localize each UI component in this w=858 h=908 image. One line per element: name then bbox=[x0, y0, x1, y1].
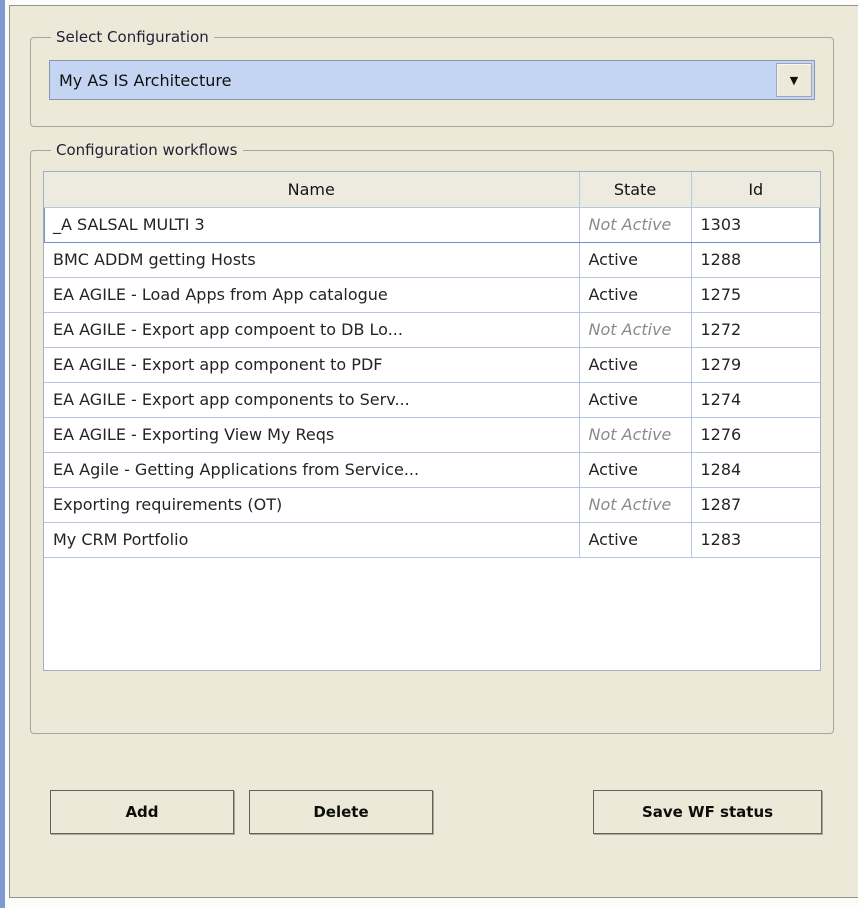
column-header-state[interactable]: State bbox=[579, 172, 691, 207]
table-row[interactable]: EA AGILE - Export app components to Serv… bbox=[44, 382, 820, 417]
main-panel: Select Configuration My AS IS Architectu… bbox=[9, 5, 858, 898]
cell-name[interactable]: EA AGILE - Exporting View My Reqs bbox=[44, 417, 579, 452]
cell-state[interactable]: Active bbox=[579, 347, 691, 382]
save-wf-status-button[interactable]: Save WF status bbox=[593, 790, 822, 834]
select-configuration-group: Select Configuration My AS IS Architectu… bbox=[30, 28, 834, 127]
chevron-down-icon: ▼ bbox=[790, 75, 798, 86]
cell-name[interactable]: EA AGILE - Export app components to Serv… bbox=[44, 382, 579, 417]
table-row[interactable]: _A SALSAL MULTI 3Not Active1303 bbox=[44, 207, 820, 242]
combobox-dropdown-button[interactable]: ▼ bbox=[776, 63, 812, 97]
table-row[interactable]: EA AGILE - Load Apps from App catalogueA… bbox=[44, 277, 820, 312]
cell-id[interactable]: 1274 bbox=[691, 382, 820, 417]
cell-id[interactable]: 1284 bbox=[691, 452, 820, 487]
select-configuration-group-title: Select Configuration bbox=[51, 28, 214, 46]
cell-name[interactable]: Exporting requirements (OT) bbox=[44, 487, 579, 522]
cell-state[interactable]: Active bbox=[579, 242, 691, 277]
delete-button[interactable]: Delete bbox=[249, 790, 433, 834]
cell-name[interactable]: My CRM Portfolio bbox=[44, 522, 579, 557]
table-row[interactable]: Exporting requirements (OT)Not Active128… bbox=[44, 487, 820, 522]
table-row[interactable]: EA AGILE - Exporting View My ReqsNot Act… bbox=[44, 417, 820, 452]
cell-name[interactable]: BMC ADDM getting Hosts bbox=[44, 242, 579, 277]
cell-id[interactable]: 1279 bbox=[691, 347, 820, 382]
workflow-table: Name State Id _A SALSAL MULTI 3Not Activ… bbox=[44, 172, 820, 558]
cell-state[interactable]: Not Active bbox=[579, 487, 691, 522]
cell-name[interactable]: EA AGILE - Export app component to PDF bbox=[44, 347, 579, 382]
application-window: Select Configuration My AS IS Architectu… bbox=[0, 0, 858, 908]
cell-name[interactable]: EA Agile - Getting Applications from Ser… bbox=[44, 452, 579, 487]
cell-name[interactable]: EA AGILE - Load Apps from App catalogue bbox=[44, 277, 579, 312]
cell-state[interactable]: Active bbox=[579, 382, 691, 417]
table-row[interactable]: EA AGILE - Export app component to PDFAc… bbox=[44, 347, 820, 382]
cell-state[interactable]: Not Active bbox=[579, 207, 691, 242]
column-header-name[interactable]: Name bbox=[44, 172, 579, 207]
cell-id[interactable]: 1275 bbox=[691, 277, 820, 312]
table-header-row: Name State Id bbox=[44, 172, 820, 207]
cell-id[interactable]: 1276 bbox=[691, 417, 820, 452]
workflow-table-body: _A SALSAL MULTI 3Not Active1303BMC ADDM … bbox=[44, 207, 820, 557]
table-row[interactable]: My CRM PortfolioActive1283 bbox=[44, 522, 820, 557]
configuration-combobox-value[interactable]: My AS IS Architecture bbox=[50, 61, 774, 99]
add-button[interactable]: Add bbox=[50, 790, 234, 834]
cell-state[interactable]: Active bbox=[579, 522, 691, 557]
table-row[interactable]: EA Agile - Getting Applications from Ser… bbox=[44, 452, 820, 487]
cell-state[interactable]: Not Active bbox=[579, 312, 691, 347]
cell-id[interactable]: 1303 bbox=[691, 207, 820, 242]
button-row: Add Delete Save WF status bbox=[50, 790, 822, 834]
configuration-combobox[interactable]: My AS IS Architecture ▼ bbox=[49, 60, 815, 100]
cell-id[interactable]: 1287 bbox=[691, 487, 820, 522]
cell-state[interactable]: Not Active bbox=[579, 417, 691, 452]
cell-id[interactable]: 1283 bbox=[691, 522, 820, 557]
window-left-edge bbox=[0, 0, 5, 908]
cell-name[interactable]: EA AGILE - Export app compoent to DB Lo.… bbox=[44, 312, 579, 347]
table-row[interactable]: EA AGILE - Export app compoent to DB Lo.… bbox=[44, 312, 820, 347]
table-row[interactable]: BMC ADDM getting HostsActive1288 bbox=[44, 242, 820, 277]
configuration-workflows-group-title: Configuration workflows bbox=[51, 141, 243, 159]
cell-name[interactable]: _A SALSAL MULTI 3 bbox=[44, 207, 579, 242]
workflow-table-viewport: Name State Id _A SALSAL MULTI 3Not Activ… bbox=[43, 171, 821, 671]
cell-id[interactable]: 1272 bbox=[691, 312, 820, 347]
column-header-id[interactable]: Id bbox=[691, 172, 820, 207]
cell-id[interactable]: 1288 bbox=[691, 242, 820, 277]
cell-state[interactable]: Active bbox=[579, 452, 691, 487]
cell-state[interactable]: Active bbox=[579, 277, 691, 312]
configuration-workflows-group: Configuration workflows Name State Id bbox=[30, 141, 834, 734]
